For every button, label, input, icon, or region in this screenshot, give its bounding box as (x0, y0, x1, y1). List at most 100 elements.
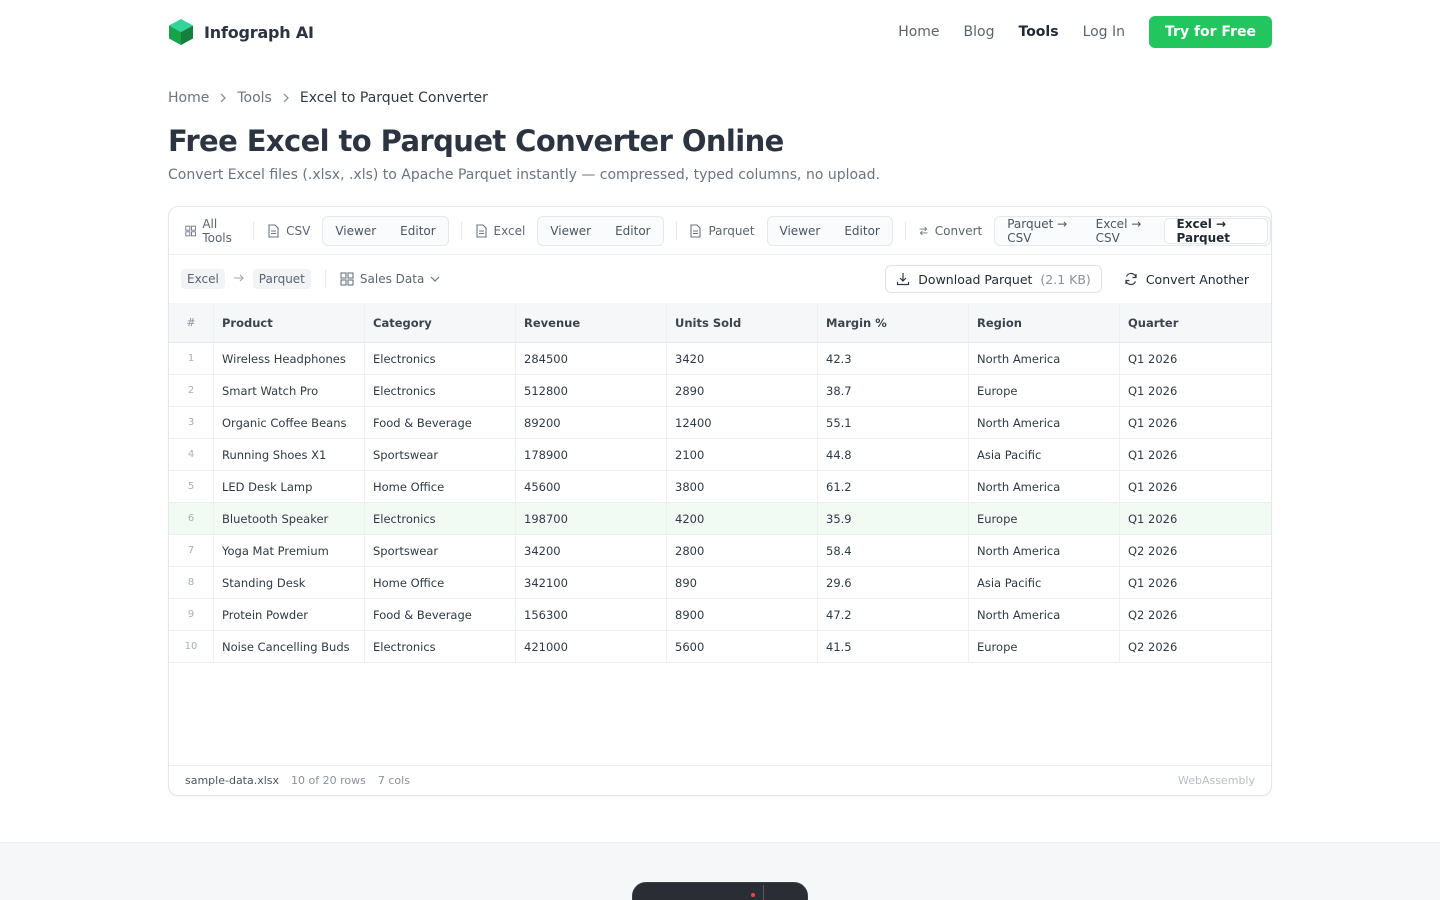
table-cell[interactable]: 198700 (516, 503, 667, 534)
table-cell[interactable]: Protein Powder (214, 599, 365, 630)
table-cell[interactable]: 55.1 (818, 407, 969, 438)
table-cell[interactable]: Q1 2026 (1120, 407, 1271, 438)
table-cell[interactable]: Smart Watch Pro (214, 375, 365, 406)
table-cell[interactable]: 3800 (667, 471, 818, 502)
excel-to-csv-tab[interactable]: Excel → CSV (1084, 217, 1162, 245)
table-cell[interactable]: Electronics (365, 503, 516, 534)
table-cell[interactable]: Yoga Mat Premium (214, 535, 365, 566)
excel-to-parquet-tab[interactable]: Excel → Parquet (1163, 217, 1269, 245)
excel-editor-tab[interactable]: Editor (603, 217, 663, 245)
convert-another-button[interactable]: Convert Another (1114, 265, 1259, 293)
table-cell[interactable]: North America (969, 343, 1120, 374)
table-cell[interactable]: Electronics (365, 631, 516, 662)
nav-link-tools[interactable]: Tools (1019, 24, 1059, 40)
table-cell[interactable]: Wireless Headphones (214, 343, 365, 374)
table-cell[interactable]: Sportswear (365, 535, 516, 566)
table-cell[interactable]: Home Office (365, 567, 516, 598)
table-cell[interactable]: North America (969, 471, 1120, 502)
all-tools-button[interactable]: All Tools (185, 217, 241, 245)
parquet-viewer-tab[interactable]: Viewer (768, 217, 833, 245)
table-cell[interactable]: Q1 2026 (1120, 567, 1271, 598)
table-cell[interactable]: 2800 (667, 535, 818, 566)
parquet-to-csv-tab[interactable]: Parquet → CSV (995, 217, 1083, 245)
table-cell[interactable]: North America (969, 599, 1120, 630)
table-row[interactable]: 10 Noise Cancelling Buds Electronics 421000… (169, 631, 1271, 663)
nav-link-blog[interactable]: Blog (964, 24, 995, 40)
table-cell[interactable]: Asia Pacific (969, 439, 1120, 470)
breadcrumb-tools[interactable]: Tools (237, 90, 272, 106)
table-row[interactable]: 1 Wireless Headphones Electronics 284500 342… (169, 343, 1271, 375)
table-cell[interactable]: 45600 (516, 471, 667, 502)
table-cell[interactable]: 42.3 (818, 343, 969, 374)
table-cell[interactable]: 29.6 (818, 567, 969, 598)
table-cell[interactable]: 47.2 (818, 599, 969, 630)
table-cell[interactable]: 41.5 (818, 631, 969, 662)
table-cell[interactable]: 12400 (667, 407, 818, 438)
table-cell[interactable]: Organic Coffee Beans (214, 407, 365, 438)
table-cell[interactable]: 284500 (516, 343, 667, 374)
floating-dock[interactable] (632, 882, 808, 900)
table-cell[interactable]: Noise Cancelling Buds (214, 631, 365, 662)
table-row[interactable]: 2 Smart Watch Pro Electronics 512800 2890 38.… (169, 375, 1271, 407)
table-cell[interactable]: Q1 2026 (1120, 503, 1271, 534)
nav-link-home[interactable]: Home (898, 24, 939, 40)
nav-link-login[interactable]: Log In (1083, 24, 1125, 40)
table-cell[interactable]: 156300 (516, 599, 667, 630)
table-row[interactable]: 7 Yoga Mat Premium Sportswear 34200 2800 58.4… (169, 535, 1271, 567)
table-cell[interactable]: LED Desk Lamp (214, 471, 365, 502)
table-cell[interactable]: 89200 (516, 407, 667, 438)
table-cell[interactable]: Europe (969, 503, 1120, 534)
brand[interactable]: Infograph AI (168, 18, 314, 46)
table-cell[interactable]: North America (969, 535, 1120, 566)
table-cell[interactable]: 178900 (516, 439, 667, 470)
table-cell[interactable]: 38.7 (818, 375, 969, 406)
table-cell[interactable]: Q1 2026 (1120, 471, 1271, 502)
table-cell[interactable]: Standing Desk (214, 567, 365, 598)
table-cell[interactable]: Food & Beverage (365, 599, 516, 630)
table-cell[interactable]: 342100 (516, 567, 667, 598)
table-cell[interactable]: 890 (667, 567, 818, 598)
table-cell[interactable]: 35.9 (818, 503, 969, 534)
table-row[interactable]: 9 Protein Powder Food & Beverage 156300 8900… (169, 599, 1271, 631)
table-cell[interactable]: 2100 (667, 439, 818, 470)
table-cell[interactable]: Asia Pacific (969, 567, 1120, 598)
breadcrumb-home[interactable]: Home (168, 90, 209, 106)
table-cell[interactable]: Electronics (365, 375, 516, 406)
parquet-editor-tab[interactable]: Editor (832, 217, 892, 245)
table-cell[interactable]: Europe (969, 631, 1120, 662)
table-cell[interactable]: North America (969, 407, 1120, 438)
table-cell[interactable]: 61.2 (818, 471, 969, 502)
table-cell[interactable]: Electronics (365, 343, 516, 374)
csv-editor-tab[interactable]: Editor (388, 217, 448, 245)
table-row[interactable]: 4 Running Shoes X1 Sportswear 178900 2100 44.… (169, 439, 1271, 471)
table-row[interactable]: 6 Bluetooth Speaker Electronics 198700 4200 3… (169, 503, 1271, 535)
table-cell[interactable]: Q2 2026 (1120, 599, 1271, 630)
table-cell[interactable]: 3420 (667, 343, 818, 374)
table-cell[interactable]: 421000 (516, 631, 667, 662)
table-row[interactable]: 8 Standing Desk Home Office 342100 890 29.6 As… (169, 567, 1271, 599)
table-cell[interactable]: Q1 2026 (1120, 375, 1271, 406)
table-cell[interactable]: Running Shoes X1 (214, 439, 365, 470)
table-cell[interactable]: Q1 2026 (1120, 439, 1271, 470)
table-cell[interactable]: Home Office (365, 471, 516, 502)
table-cell[interactable]: 8900 (667, 599, 818, 630)
sheet-selector[interactable]: Sales Data (340, 272, 440, 286)
table-cell[interactable]: 4200 (667, 503, 818, 534)
download-parquet-button[interactable]: Download Parquet (2.1 KB) (885, 265, 1102, 293)
csv-viewer-tab[interactable]: Viewer (323, 217, 388, 245)
table-cell[interactable]: Bluetooth Speaker (214, 503, 365, 534)
table-cell[interactable]: 44.8 (818, 439, 969, 470)
table-row[interactable]: 5 LED Desk Lamp Home Office 45600 3800 61.2 No… (169, 471, 1271, 503)
table-cell[interactable]: 2890 (667, 375, 818, 406)
table-cell[interactable]: Q2 2026 (1120, 631, 1271, 662)
table-cell[interactable]: Sportswear (365, 439, 516, 470)
excel-viewer-tab[interactable]: Viewer (538, 217, 603, 245)
table-cell[interactable]: 5600 (667, 631, 818, 662)
table-cell[interactable]: 58.4 (818, 535, 969, 566)
try-for-free-button[interactable]: Try for Free (1149, 16, 1272, 48)
table-cell[interactable]: 512800 (516, 375, 667, 406)
table-row[interactable]: 3 Organic Coffee Beans Food & Beverage 8920… (169, 407, 1271, 439)
table-cell[interactable]: Q2 2026 (1120, 535, 1271, 566)
table-cell[interactable]: Europe (969, 375, 1120, 406)
table-cell[interactable]: Q1 2026 (1120, 343, 1271, 374)
